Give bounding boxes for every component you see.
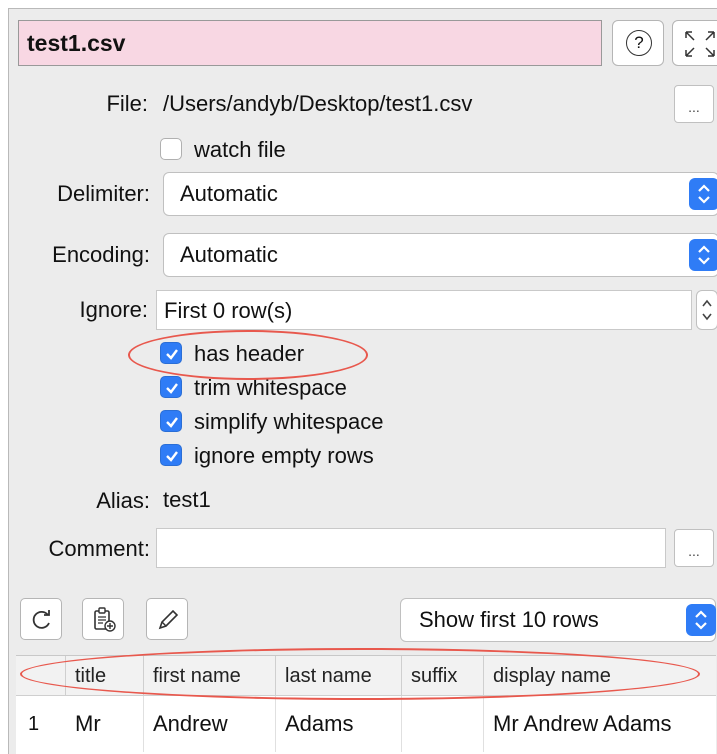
has-header-label: has header — [194, 341, 305, 366]
expand-icon — [685, 31, 715, 57]
table-cell[interactable]: Adams — [276, 696, 402, 752]
watch-file-checkbox[interactable] — [160, 138, 182, 160]
rows-shown-value: Show first 10 rows — [419, 607, 599, 632]
table-cell[interactable]: Mr Andrew Adams — [484, 696, 716, 752]
column-header-display-name[interactable]: display name — [484, 656, 716, 696]
maximize-button[interactable] — [672, 20, 717, 66]
delimiter-chevron-icon — [689, 178, 717, 210]
column-header-last-name[interactable]: last name — [276, 656, 402, 696]
alias-label: Alias: — [96, 488, 150, 513]
encoding-label: Encoding: — [52, 242, 150, 267]
ignore-stepper[interactable] — [696, 290, 717, 330]
help-icon: ? — [626, 30, 652, 56]
simplify-whitespace-checkbox[interactable] — [160, 410, 182, 432]
clipboard-icon — [94, 607, 116, 632]
comment-browse-button[interactable]: ... — [674, 529, 714, 567]
checkmark-icon — [166, 451, 178, 462]
trim-whitespace-label: trim whitespace — [194, 375, 347, 400]
paste-button[interactable] — [82, 598, 124, 640]
refresh-icon — [32, 610, 50, 629]
checkmark-icon — [166, 349, 178, 360]
column-header-first-name[interactable]: first name — [144, 656, 276, 696]
file-path-field[interactable]: /Users/andyb/Desktop/test1.csv — [156, 84, 668, 126]
table-header: title first name last name suffix displa… — [16, 656, 716, 696]
has-header-checkbox[interactable] — [160, 342, 182, 364]
row-number: 1 — [28, 713, 40, 735]
ignore-label: Ignore: — [79, 297, 149, 322]
delimiter-value: Automatic — [180, 181, 278, 206]
column-header-title[interactable]: title — [66, 656, 144, 696]
preview-table: title first name last name suffix displa… — [16, 655, 716, 754]
watch-file-label: watch file — [194, 137, 286, 162]
rows-shown-select[interactable]: Show first 10 rows — [400, 598, 716, 642]
checkmark-icon — [166, 383, 178, 394]
refresh-button[interactable] — [20, 598, 62, 640]
table-cell[interactable] — [402, 696, 484, 752]
ignore-empty-rows-checkbox[interactable] — [160, 444, 182, 466]
panel-title[interactable]: test1.csv — [18, 20, 602, 66]
delimiter-label: Delimiter: — [57, 181, 150, 206]
rows-shown-chevron-icon — [686, 604, 716, 636]
row-number-header — [16, 656, 66, 696]
ignore-rows-field[interactable]: First 0 row(s) — [156, 290, 692, 330]
table-cell[interactable]: Andrew — [144, 696, 276, 752]
encoding-chevron-icon — [689, 239, 717, 271]
comment-field[interactable] — [156, 528, 666, 568]
stepper-icon — [702, 299, 712, 321]
comment-label: Comment: — [48, 536, 150, 561]
delimiter-select[interactable]: Automatic — [163, 172, 717, 216]
file-browse-button[interactable]: ... — [674, 85, 714, 123]
trim-whitespace-checkbox[interactable] — [160, 376, 182, 398]
encoding-value: Automatic — [180, 242, 278, 267]
edit-button[interactable] — [146, 598, 188, 640]
column-header-suffix[interactable]: suffix — [402, 656, 484, 696]
encoding-select[interactable]: Automatic — [163, 233, 717, 277]
alias-field[interactable]: test1 — [156, 480, 717, 520]
simplify-whitespace-label: simplify whitespace — [194, 409, 384, 434]
pencil-icon — [158, 609, 179, 630]
app-window: test1.csv ? File: /Users/andyb/Desktop/t… — [0, 0, 717, 754]
file-label: File: — [106, 91, 148, 116]
checkmark-icon — [166, 417, 178, 428]
ignore-empty-rows-label: ignore empty rows — [194, 443, 374, 468]
help-button[interactable]: ? — [612, 20, 664, 66]
table-cell[interactable]: Mr — [66, 696, 144, 752]
